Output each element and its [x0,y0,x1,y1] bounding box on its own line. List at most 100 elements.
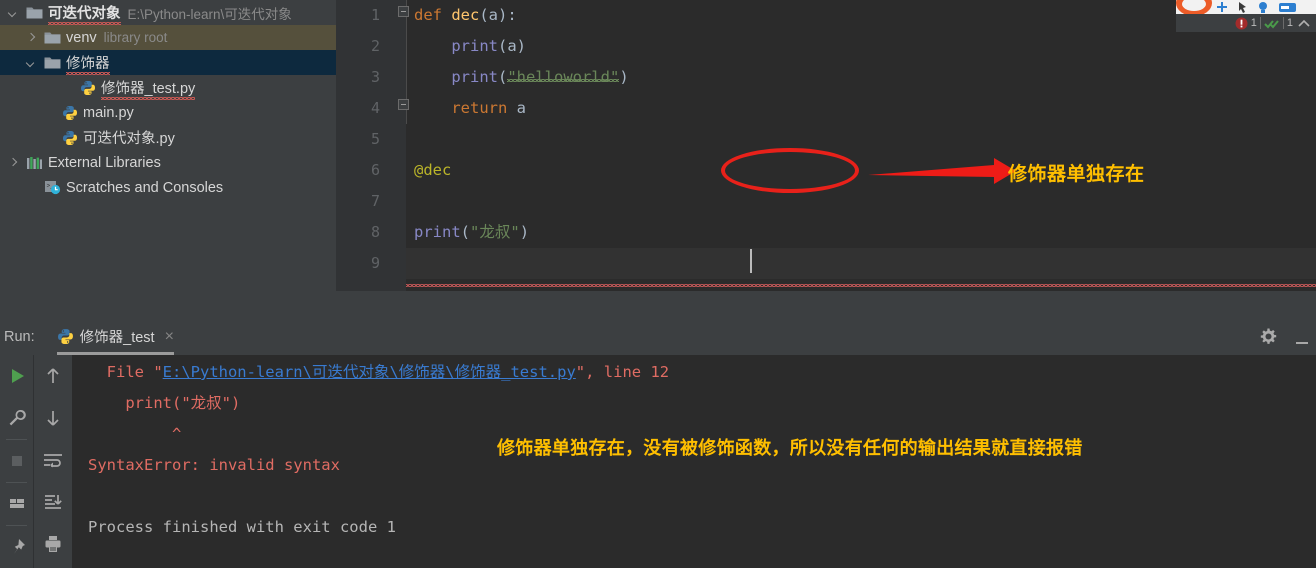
code-token: (a) [498,37,526,55]
tree-item-venv[interactable]: venv library root [0,25,336,50]
tree-item-main-py[interactable]: main.py [0,100,336,125]
tree-item-external-libraries[interactable]: External Libraries [0,150,336,175]
rerun-button[interactable] [0,355,33,397]
libraries-icon [26,156,43,170]
up-the-stack-button[interactable] [34,355,72,397]
tree-item-iterable-py[interactable]: 可迭代对象.py [0,125,336,150]
printer-icon [45,536,61,552]
tree-item-decorator-test-py[interactable]: 修饰器_test.py [0,75,336,100]
pin-icon [13,539,25,554]
code-token: print [414,223,461,241]
code-line-3: print("helloworld") [406,62,1316,93]
process-finished-line: Process finished with exit code 1 [72,512,1316,543]
hide-window-button[interactable] [1296,342,1308,344]
python-file-icon [63,105,77,120]
annotation-text-editor: 修饰器单独存在 [1008,163,1145,185]
chevron-down-icon[interactable] [6,6,20,20]
pin-tab-button[interactable] [0,526,33,568]
chevron-down-icon[interactable] [24,56,38,70]
status-divider-2 [1282,17,1284,29]
run-tab-label: 修饰器_test [79,330,155,346]
annotation-text-console: 修饰器单独存在，没有被修饰函数，所以没有任何的输出结果就直接报错 [497,438,1083,459]
arrow-up-icon [47,368,59,383]
line-number: 7 [370,192,380,210]
tree-item-label: Scratches and Consoles [66,179,224,196]
settings-wrench-button[interactable] [0,397,33,439]
toolbar-widget-icon [1279,3,1296,12]
code-token: ( [498,68,508,86]
run-tab-bar: Run: 修饰器_test × [0,318,1316,355]
tree-item-label: venv [66,29,97,46]
console-text: Process finished with exit code 1 [88,518,396,536]
code-editor[interactable]: 123456789 def dec(a): print(a) print("he… [336,0,1316,291]
layout-button[interactable] [0,483,33,525]
arrow-down-icon [47,411,59,426]
scratches-icon: >_ [45,181,61,195]
line-number: 9 [370,254,380,272]
status-divider [1259,17,1261,29]
traceback-file-line: File "E:\Python-learn\可迭代对象\修饰器\修饰器_test… [72,357,1316,388]
tree-item-label: 修饰器_test.py [101,77,196,100]
inspection-status-bar[interactable]: 1 1 [1176,14,1316,32]
project-tree-panel[interactable]: 可迭代对象 E:\Python-learn\可迭代对象 venv library ro… [0,0,336,318]
tree-item-root[interactable]: 可迭代对象 E:\Python-learn\可迭代对象 [0,0,336,25]
chevron-right-icon[interactable] [6,156,20,170]
python-file-icon [62,130,78,146]
chevron-right-icon[interactable] [24,31,38,45]
layout-icon [9,499,24,508]
folder-icon [44,32,61,43]
scroll-end-icon [45,495,62,509]
tree-item-sublabel: library root [103,30,168,45]
line-number: 6 [370,161,380,179]
code-token: (a): [479,6,517,24]
scratches-icon: >_ [44,180,61,195]
console-file-link[interactable]: E:\Python-learn\可迭代对象\修饰器\修饰器_test.py [163,363,576,381]
console-text: print("龙叔") [88,394,241,412]
code-text-area[interactable]: def dec(a): print(a) print("helloworld")… [406,0,1316,291]
stop-button[interactable] [0,440,33,482]
line-number: 1 [370,6,380,24]
code-line-8: print("龙叔") [406,217,1316,248]
run-tab-decorator-test[interactable]: 修饰器_test × [56,318,175,355]
code-line-9 [406,248,1316,279]
chevron-up-icon[interactable] [1296,17,1312,30]
folder-icon [44,56,61,70]
python-file-icon [63,130,77,145]
cursor-icon [1239,2,1246,13]
tree-item-label: main.py [83,104,134,121]
tree-arrow-placeholder [42,131,56,145]
code-token: print [451,37,498,55]
soft-wrap-button[interactable] [34,439,72,481]
line-number: 8 [370,223,380,241]
traceback-code-line: print("龙叔") [72,388,1316,419]
print-button[interactable] [34,523,72,565]
down-the-stack-button[interactable] [34,397,72,439]
folder-icon [44,31,61,45]
blank-line [72,481,1316,512]
folder-icon [26,7,43,18]
run-console-output[interactable]: File "E:\Python-learn\可迭代对象\修饰器\修饰器_test… [72,355,1316,568]
plus-icon [1217,2,1227,12]
console-text: ^ [88,425,182,443]
folder-icon [44,57,61,68]
console-text: ", line 12 [575,363,670,381]
gear-icon [1260,328,1277,344]
code-token: print [451,68,498,86]
tree-item-decorator-folder[interactable]: 修饰器 [0,50,336,75]
line-number: 5 [370,130,380,148]
scroll-to-end-button[interactable] [34,481,72,523]
python-file-icon [57,329,73,344]
code-token: ) [519,223,530,241]
tree-item-scratches[interactable]: >_ Scratches and Consoles [0,175,336,200]
folder-icon [26,6,43,20]
code-token: ( [460,223,471,241]
settings-button[interactable] [1259,327,1278,351]
console-text: SyntaxError: invalid syntax [88,456,340,474]
close-icon[interactable]: × [165,328,174,346]
code-token: "helloworld" [507,68,620,86]
editor-gutter[interactable]: 1 2 3 4 5 6 7 8 9 [336,0,406,291]
